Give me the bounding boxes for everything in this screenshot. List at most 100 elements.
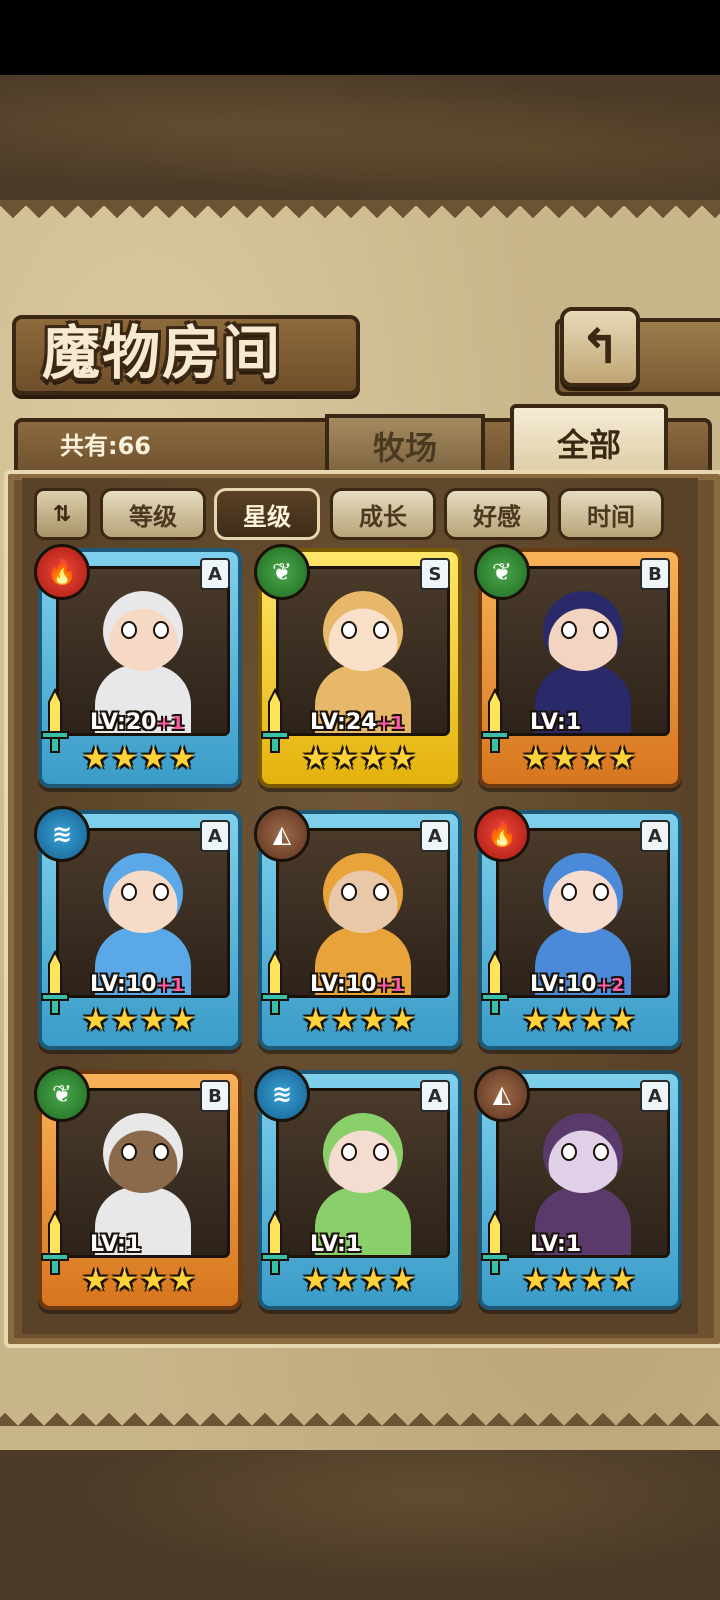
monster-count: 共有:66 (60, 432, 151, 460)
star-icon: ★ (82, 1003, 110, 1038)
star-rating: ★ ★ ★ ★ (522, 1003, 636, 1038)
filter-star-button[interactable]: 星级 (214, 488, 320, 540)
filter-affection-button[interactable]: 好感 (444, 488, 550, 540)
star-icon: ★ (82, 1263, 110, 1298)
leaf-element-icon: ❦ (254, 544, 310, 600)
tab-farm[interactable]: 牧场 (325, 414, 485, 474)
back-arrow-icon: ↰ (579, 319, 621, 375)
sort-toggle-button[interactable]: ⇅ (34, 488, 90, 540)
star-icon: ★ (608, 741, 636, 776)
star-icon: ★ (331, 741, 358, 776)
star-icon: ★ (168, 1263, 196, 1298)
water-element-icon: ≋ (254, 1066, 310, 1122)
monster-card[interactable]: A 🔥 LV:10+2 ★ ★ ★ ★ (474, 806, 682, 1050)
monster-portrait (276, 1088, 450, 1258)
rank-badge: A (640, 1080, 670, 1112)
star-icon: ★ (522, 741, 550, 776)
monster-level: LV:1 (90, 1232, 141, 1257)
sword-icon (480, 688, 510, 758)
star-icon: ★ (140, 1263, 167, 1298)
monster-card[interactable]: S ❦ LV:24+1 ★ ★ ★ ★ (254, 544, 462, 788)
monster-card[interactable]: A ≋ LV:10+1 ★ ★ ★ ★ (34, 806, 242, 1050)
sort-toggle-icon: ⇅ (52, 501, 72, 527)
star-icon: ★ (111, 1003, 138, 1038)
monster-eye (373, 883, 389, 901)
monster-card[interactable]: A 🔥 LV:20+1 ★ ★ ★ ★ (34, 544, 242, 788)
star-icon: ★ (608, 1003, 636, 1038)
level-bonus: +1 (156, 975, 185, 996)
monster-head (323, 853, 403, 933)
monster-level: LV:10+2 (530, 972, 624, 997)
star-icon: ★ (302, 1263, 330, 1298)
monster-card[interactable]: A ≋ LV:1 ★ ★ ★ ★ (254, 1066, 462, 1310)
star-icon: ★ (388, 1003, 416, 1038)
star-rating: ★ ★ ★ ★ (82, 741, 196, 776)
zigzag-border-bottom (0, 1400, 720, 1426)
star-icon: ★ (111, 741, 138, 776)
monster-eye (593, 1143, 609, 1161)
monster-level: LV:24+1 (310, 710, 404, 735)
back-button[interactable]: ↰ (560, 307, 640, 387)
monster-eye (121, 883, 137, 901)
level-value: LV:1 (90, 1232, 142, 1257)
sword-icon (260, 950, 290, 1020)
rank-badge: A (200, 820, 230, 852)
level-value: LV:10 (530, 972, 597, 997)
monster-eye (121, 1143, 137, 1161)
monster-head (543, 853, 623, 933)
monster-card[interactable]: B ❦ LV:1 ★ ★ ★ ★ (474, 544, 682, 788)
earth-element-icon: ◭ (254, 806, 310, 862)
monster-portrait (56, 1088, 230, 1258)
monster-level: LV:1 (310, 1232, 361, 1257)
star-icon: ★ (608, 1263, 636, 1298)
level-value: LV:24 (310, 710, 377, 735)
star-icon: ★ (522, 1263, 550, 1298)
sword-icon (40, 1210, 70, 1280)
star-icon: ★ (522, 1003, 550, 1038)
level-bonus: +2 (596, 975, 625, 996)
star-rating: ★ ★ ★ ★ (522, 741, 636, 776)
earth-element-icon: ◭ (474, 1066, 530, 1122)
monster-card[interactable]: B ❦ LV:1 ★ ★ ★ ★ (34, 1066, 242, 1310)
fire-element-icon: 🔥 (474, 806, 530, 862)
sword-icon (480, 950, 510, 1020)
monster-eye (593, 883, 609, 901)
monster-head (323, 591, 403, 671)
rank-badge: A (420, 820, 450, 852)
monster-head (103, 591, 183, 671)
rank-badge: A (640, 820, 670, 852)
sword-icon (260, 688, 290, 758)
map-background-bottom (0, 1450, 720, 1600)
monster-level: LV:1 (530, 710, 581, 735)
level-value: LV:10 (90, 972, 157, 997)
monster-card[interactable]: A ◭ LV:10+1 ★ ★ ★ ★ (254, 806, 462, 1050)
level-value: LV:1 (310, 1232, 362, 1257)
rank-badge: A (200, 558, 230, 590)
level-value: LV:10 (310, 972, 377, 997)
monster-eye (373, 621, 389, 639)
level-value: LV:1 (530, 710, 582, 735)
water-element-icon: ≋ (34, 806, 90, 862)
rank-badge: B (200, 1080, 230, 1112)
star-icon: ★ (360, 1263, 387, 1298)
star-icon: ★ (140, 741, 167, 776)
monster-eye (373, 1143, 389, 1161)
tab-all[interactable]: 全部 (510, 404, 668, 478)
monster-head (543, 591, 623, 671)
monster-eye (153, 621, 169, 639)
sword-icon (260, 1210, 290, 1280)
rank-badge: A (420, 1080, 450, 1112)
filter-growth-button[interactable]: 成长 (330, 488, 436, 540)
sword-icon (40, 950, 70, 1020)
monster-eye (153, 1143, 169, 1161)
leaf-element-icon: ❦ (474, 544, 530, 600)
star-icon: ★ (302, 741, 330, 776)
level-bonus: +1 (376, 713, 405, 734)
monster-eye (561, 1143, 577, 1161)
star-icon: ★ (551, 741, 578, 776)
filter-time-button[interactable]: 时间 (558, 488, 664, 540)
level-value: LV:1 (530, 1232, 582, 1257)
monster-head (103, 1113, 183, 1193)
monster-card[interactable]: A ◭ LV:1 ★ ★ ★ ★ (474, 1066, 682, 1310)
filter-level-button[interactable]: 等级 (100, 488, 206, 540)
